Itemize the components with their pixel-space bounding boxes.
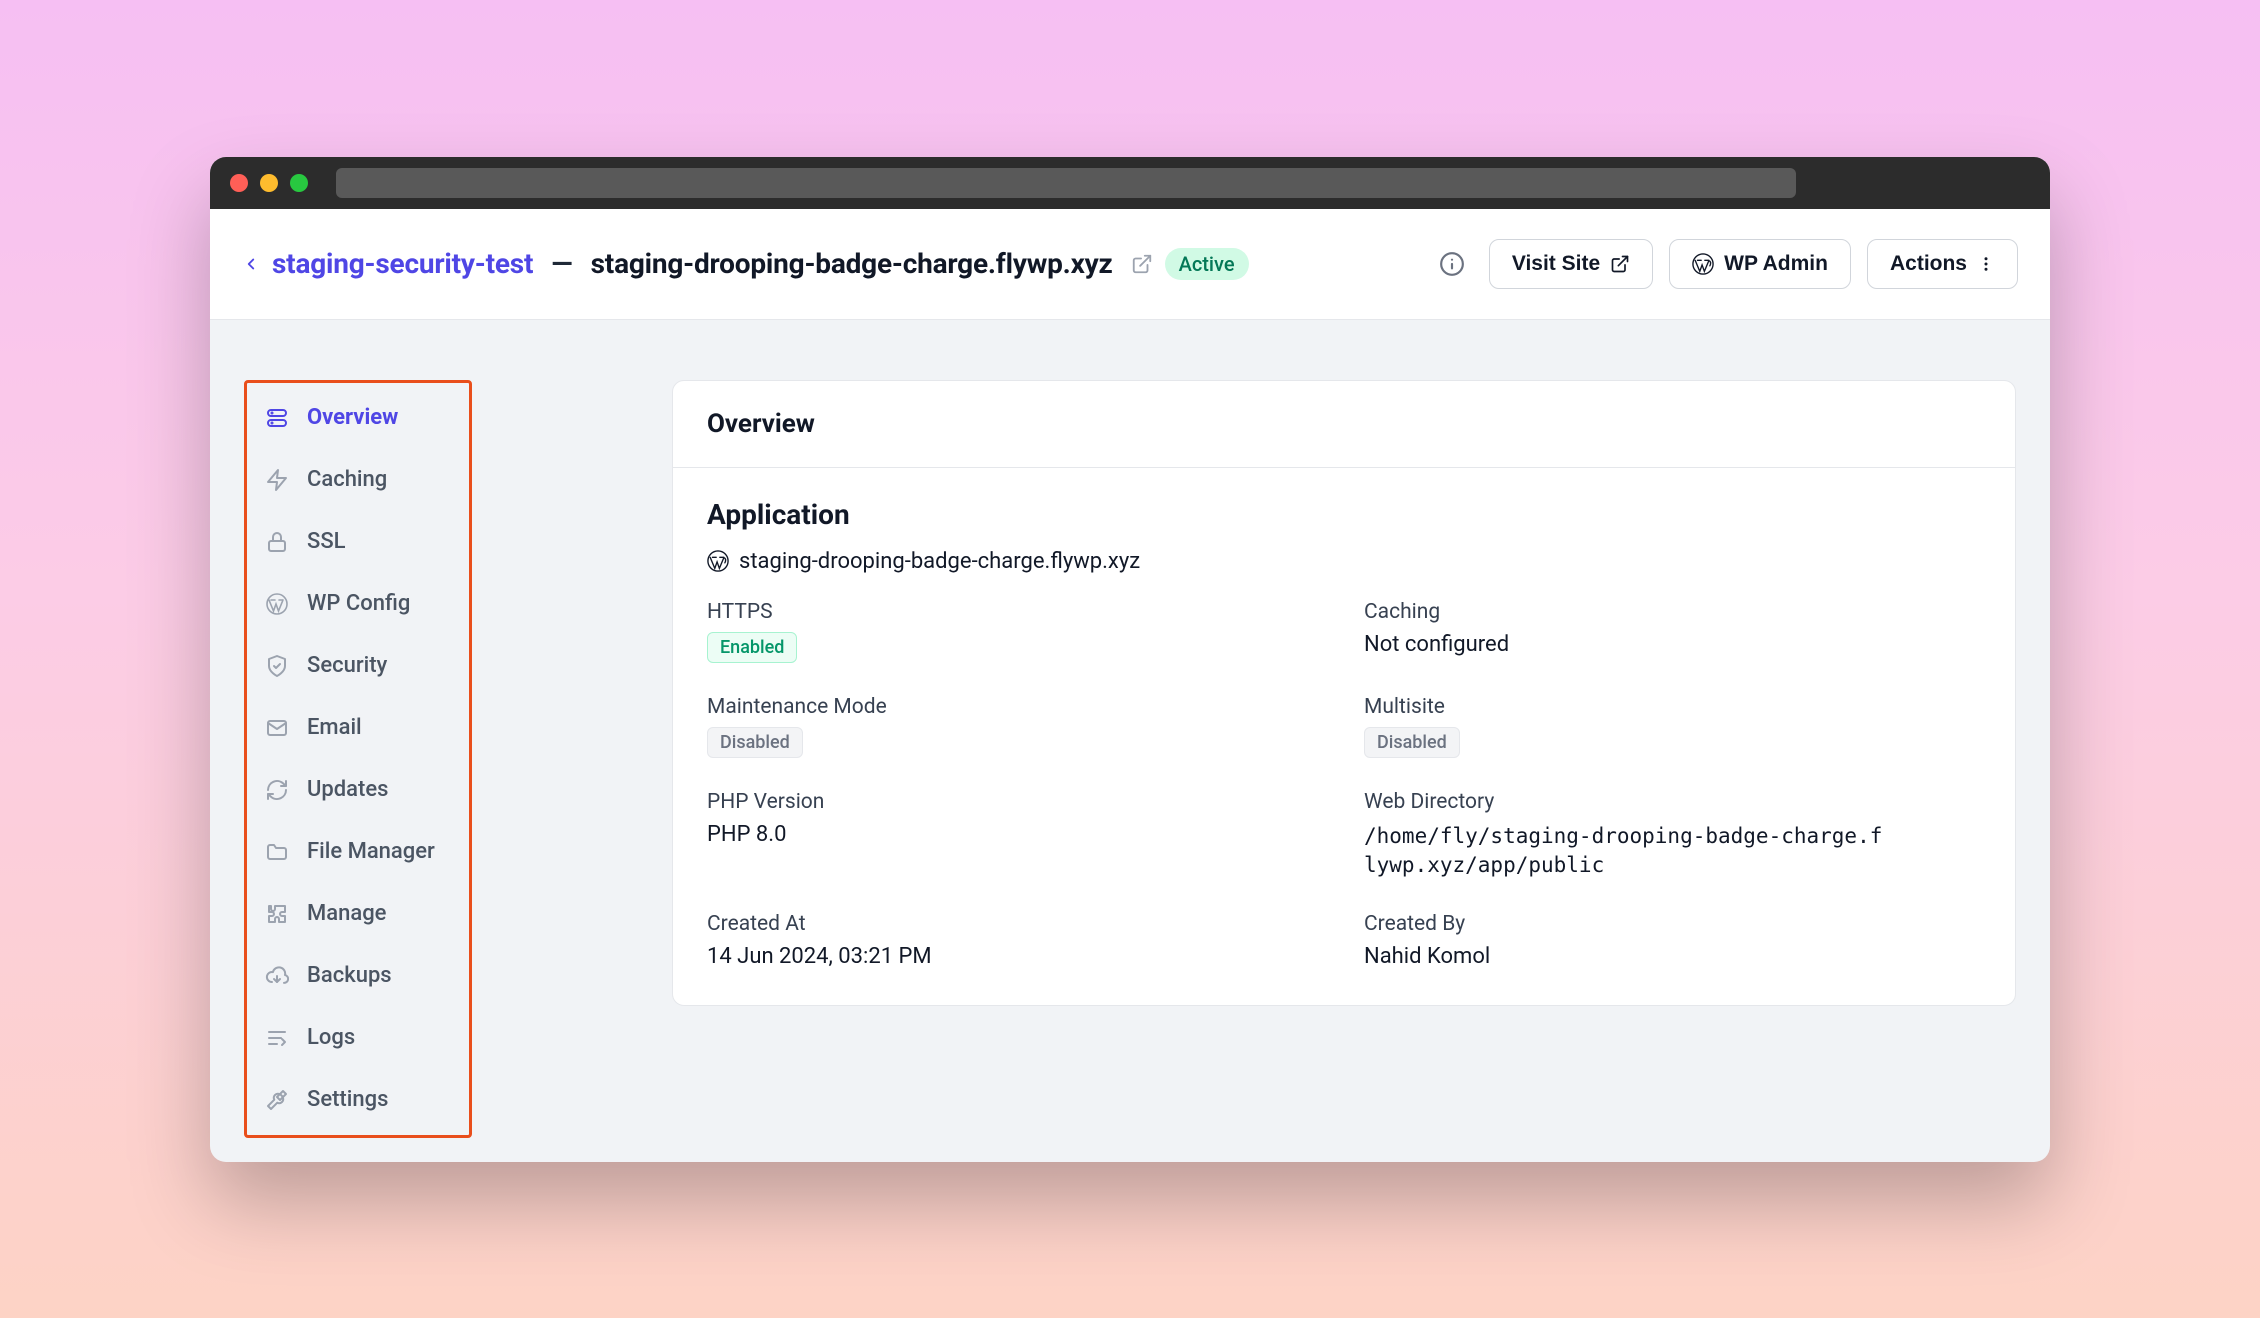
panel-header: Overview	[673, 381, 2015, 468]
field-created_by: Created By Nahid Komol	[1364, 912, 1981, 969]
folder-icon	[263, 840, 291, 864]
field-label: Caching	[1364, 600, 1981, 624]
overview-panel: Overview Application staging-drooping-ba…	[672, 380, 2016, 1007]
wp-admin-button[interactable]: WP Admin	[1669, 239, 1851, 289]
mail-icon	[263, 716, 291, 740]
wordpress-icon	[707, 550, 729, 572]
visit-site-label: Visit Site	[1512, 252, 1600, 276]
sidebar-item-backups[interactable]: Backups	[253, 949, 463, 1003]
status-badge: Active	[1165, 248, 1249, 280]
field-https: HTTPS Enabled	[707, 600, 1324, 663]
sidebar-item-wp-config[interactable]: WP Config	[253, 577, 463, 631]
wordpress-icon	[263, 592, 291, 616]
refresh-icon	[263, 778, 291, 802]
external-link-icon	[1610, 254, 1630, 274]
actions-label: Actions	[1890, 252, 1967, 276]
list-icon	[263, 1026, 291, 1050]
sidebar: Overview Caching SSL WP Config Security Email…	[244, 380, 472, 1138]
window-minimize[interactable]	[260, 174, 278, 192]
traffic-lights	[230, 174, 308, 192]
separator: —	[545, 247, 578, 281]
breadcrumb: staging-security-test — staging-drooping…	[242, 247, 1249, 281]
url-bar[interactable]	[336, 168, 1796, 198]
lock-icon	[263, 530, 291, 554]
application-heading: Application	[707, 498, 1981, 531]
field-value: 14 Jun 2024, 03:21 PM	[707, 944, 1324, 969]
sidebar-item-manage[interactable]: Manage	[253, 887, 463, 941]
field-created_at: Created At 14 Jun 2024, 03:21 PM	[707, 912, 1324, 969]
field-multisite: Multisite Disabled	[1364, 695, 1981, 758]
field-value: Disabled	[707, 727, 803, 758]
sidebar-item-label: Manage	[307, 901, 386, 926]
sidebar-item-label: Security	[307, 653, 387, 678]
sidebar-item-label: Overview	[307, 405, 398, 430]
wordpress-icon	[1692, 253, 1714, 275]
sidebar-item-label: Caching	[307, 467, 387, 492]
field-label: PHP Version	[707, 790, 1324, 814]
back-chevron-icon[interactable]	[242, 250, 260, 278]
field-label: Created By	[1364, 912, 1981, 936]
external-link-icon[interactable]	[1131, 253, 1153, 275]
puzzle-icon	[263, 902, 291, 926]
field-value: Nahid Komol	[1364, 944, 1981, 969]
sidebar-item-label: Backups	[307, 963, 392, 988]
sidebar-item-overview[interactable]: Overview	[253, 391, 463, 445]
sidebar-item-security[interactable]: Security	[253, 639, 463, 693]
sidebar-item-label: Settings	[307, 1087, 388, 1112]
domain-name: staging-drooping-badge-charge.flywp.xyz	[591, 247, 1113, 281]
sidebar-item-updates[interactable]: Updates	[253, 763, 463, 817]
header-actions: Visit Site WP Admin Actions	[1431, 239, 2018, 289]
application-domain: staging-drooping-badge-charge.flywp.xyz	[739, 549, 1140, 574]
page-header: staging-security-test — staging-drooping…	[210, 209, 2050, 320]
field-label: Created At	[707, 912, 1324, 936]
sidebar-item-label: File Manager	[307, 839, 435, 864]
sidebar-item-label: Logs	[307, 1025, 355, 1050]
sidebar-item-ssl[interactable]: SSL	[253, 515, 463, 569]
sidebar-item-label: Email	[307, 715, 362, 740]
wp-admin-label: WP Admin	[1724, 252, 1828, 276]
field-value: Enabled	[707, 632, 797, 663]
field-label: HTTPS	[707, 600, 1324, 624]
content-area: Overview Caching SSL WP Config Security Email…	[210, 320, 2050, 1162]
sidebar-item-caching[interactable]: Caching	[253, 453, 463, 507]
field-value: PHP 8.0	[707, 822, 1324, 847]
application-grid: HTTPS Enabled Caching Not configured Mainten…	[707, 600, 1981, 970]
field-php: PHP Version PHP 8.0	[707, 790, 1324, 881]
cloud-download-icon	[263, 964, 291, 988]
sidebar-item-label: SSL	[307, 529, 346, 554]
field-label: Web Directory	[1364, 790, 1981, 814]
field-label: Maintenance Mode	[707, 695, 1324, 719]
field-value: Not configured	[1364, 632, 1981, 657]
sidebar-item-logs[interactable]: Logs	[253, 1011, 463, 1065]
bolt-icon	[263, 468, 291, 492]
window-close[interactable]	[230, 174, 248, 192]
tools-icon	[263, 1088, 291, 1112]
sidebar-item-label: WP Config	[307, 591, 410, 616]
sidebar-item-file-manager[interactable]: File Manager	[253, 825, 463, 879]
info-icon[interactable]	[1431, 243, 1473, 285]
field-webdir: Web Directory/home/fly/staging-drooping-…	[1364, 790, 1981, 881]
more-vertical-icon	[1977, 255, 1995, 273]
field-value: /home/fly/staging-drooping-badge-charge.…	[1364, 822, 1884, 881]
database-icon	[263, 406, 291, 430]
shield-icon	[263, 654, 291, 678]
site-name[interactable]: staging-security-test	[272, 247, 533, 281]
field-maintenance: Maintenance Mode Disabled	[707, 695, 1324, 758]
field-caching: Caching Not configured	[1364, 600, 1981, 663]
sidebar-item-label: Updates	[307, 777, 388, 802]
panel-title: Overview	[707, 409, 1981, 439]
titlebar	[210, 157, 2050, 209]
application-domain-row: staging-drooping-badge-charge.flywp.xyz	[707, 549, 1981, 574]
sidebar-item-settings[interactable]: Settings	[253, 1073, 463, 1127]
field-value: Disabled	[1364, 727, 1460, 758]
actions-button[interactable]: Actions	[1867, 239, 2018, 289]
app-window: staging-security-test — staging-drooping…	[210, 157, 2050, 1162]
sidebar-item-email[interactable]: Email	[253, 701, 463, 755]
window-maximize[interactable]	[290, 174, 308, 192]
application-section: Application staging-drooping-badge-charg…	[673, 468, 2015, 1006]
field-label: Multisite	[1364, 695, 1981, 719]
visit-site-button[interactable]: Visit Site	[1489, 239, 1653, 289]
